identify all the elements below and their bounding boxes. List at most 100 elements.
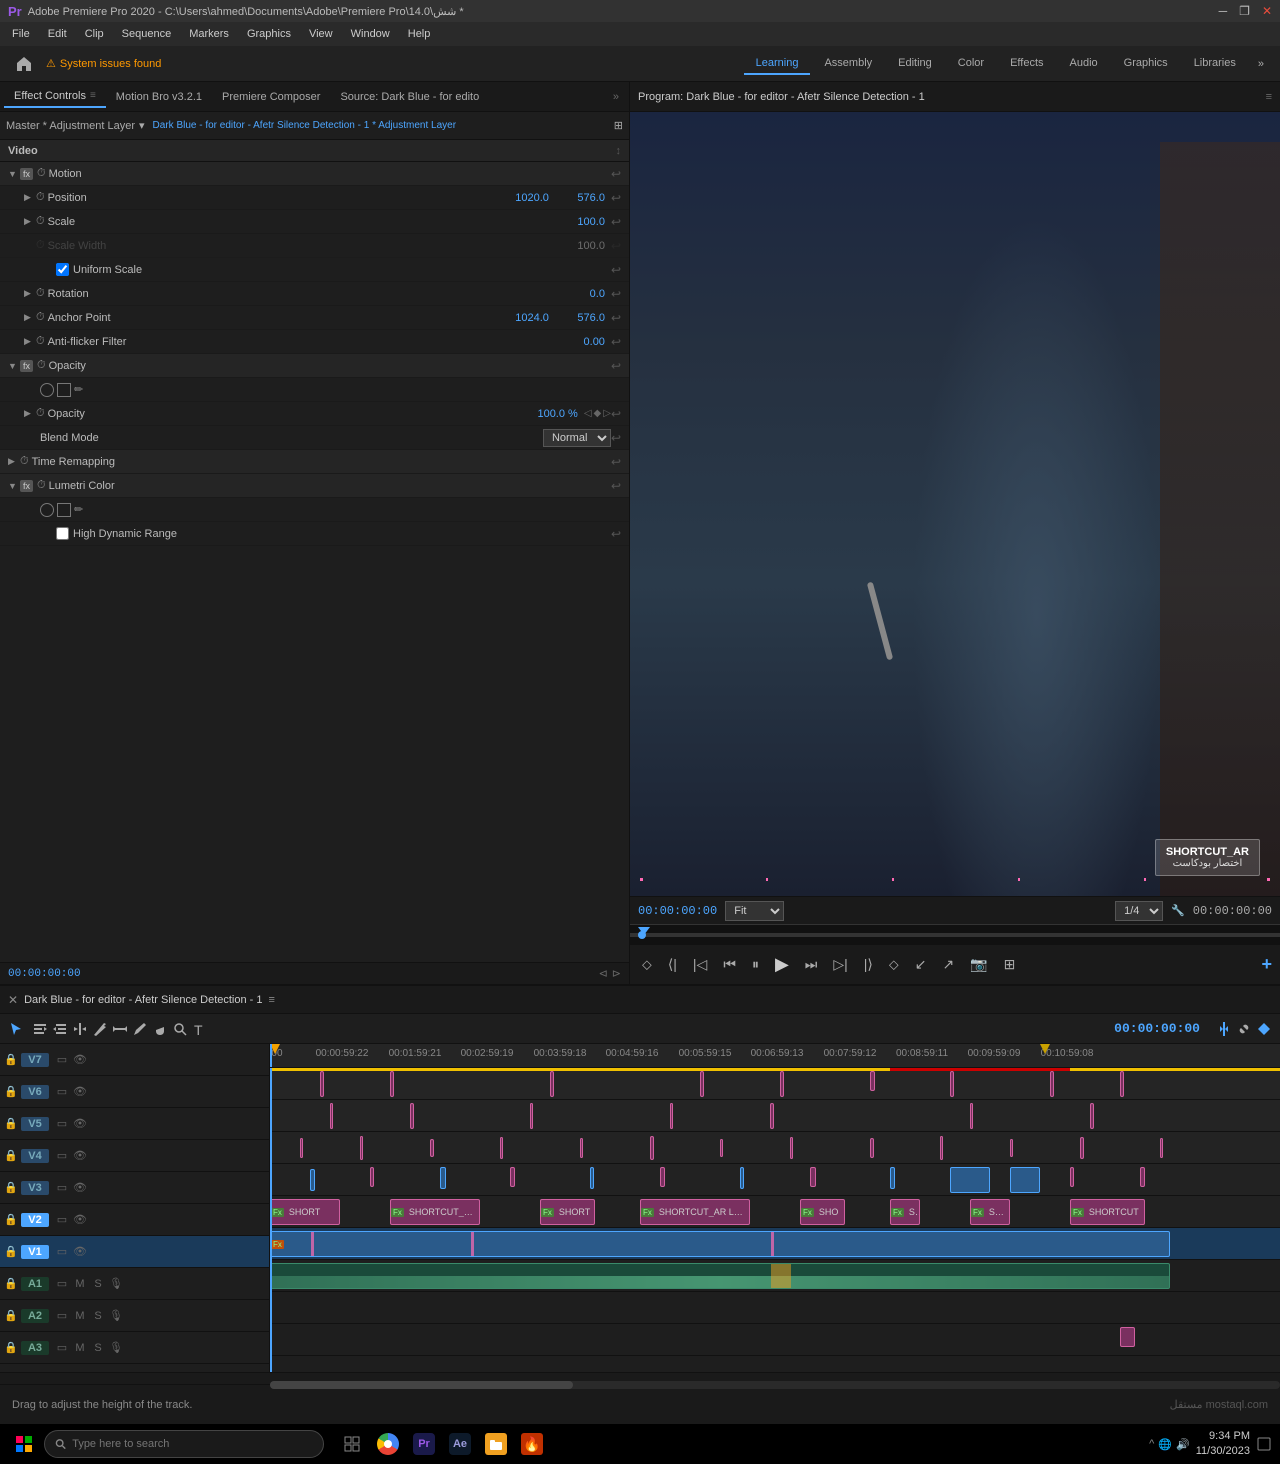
v5-film-icon[interactable]: ▭ <box>54 1117 70 1130</box>
transport-go-to-out[interactable]: |⟩ <box>860 952 877 977</box>
pen-tool[interactable] <box>132 1021 148 1037</box>
a2-film-icon[interactable]: ▭ <box>54 1309 70 1322</box>
v7-eye-icon[interactable]: 👁 <box>72 1053 88 1066</box>
ec-ov-reset[interactable]: ↩ <box>611 407 621 421</box>
track-a1-row[interactable] <box>270 1260 1280 1292</box>
ec-ov-expand[interactable]: ▶ <box>24 408 36 419</box>
v1-lock[interactable]: 🔒 <box>4 1245 18 1258</box>
ec-scale-stopwatch[interactable]: ⏱ <box>36 215 45 228</box>
v6-clip-1[interactable] <box>330 1103 333 1129</box>
ec-blend-select[interactable]: Normal Multiply Screen <box>543 429 611 447</box>
ec-af-value[interactable]: 0.00 <box>555 336 605 348</box>
v4-clip-5[interactable] <box>590 1167 594 1189</box>
program-tab-more[interactable]: ≡ <box>1266 91 1272 103</box>
v5-name[interactable]: V5 <box>21 1117 49 1131</box>
a2-m-btn[interactable]: M <box>72 1310 88 1322</box>
ec-position-y[interactable]: 576.0 <box>555 192 605 204</box>
ec-tr-expand[interactable]: ▶ <box>8 456 20 467</box>
v7-clip-3[interactable] <box>550 1071 554 1097</box>
ec-motion-stopwatch[interactable]: ⏱ <box>37 167 46 180</box>
track-v7-row[interactable] <box>270 1068 1280 1100</box>
v2-name[interactable]: V2 <box>21 1213 49 1227</box>
ec-hdr-checkbox[interactable] <box>56 527 69 540</box>
ec-scale-reset[interactable]: ↩ <box>611 215 621 229</box>
v4-name[interactable]: V4 <box>21 1149 49 1163</box>
track-content[interactable]: 00:00 00:00:59:22 00:01:59:21 00:02:59:1… <box>270 1044 1280 1372</box>
track-v5-row[interactable] <box>270 1132 1280 1164</box>
transport-go-to-in[interactable]: ⟨| <box>664 952 681 977</box>
ec-lc-reset[interactable]: ↩ <box>611 479 621 493</box>
track-a3-row[interactable] <box>270 1324 1280 1356</box>
menu-help[interactable]: Help <box>400 26 439 42</box>
ec-uniform-reset[interactable]: ↩ <box>611 263 621 277</box>
tab-learning[interactable]: Learning <box>744 53 811 75</box>
v3-eye-icon[interactable]: 👁 <box>72 1181 88 1194</box>
v7-clip-6[interactable] <box>870 1071 875 1091</box>
v5-clip-5[interactable] <box>580 1138 583 1158</box>
slip-tool[interactable] <box>112 1021 128 1037</box>
track-v3-row[interactable]: Fx SHORT Fx SHORTCUT_AR Lo Fx SHORT Fx S… <box>270 1196 1280 1228</box>
menu-view[interactable]: View <box>301 26 341 42</box>
taskview-button[interactable] <box>336 1428 368 1460</box>
ec-lumetri-square[interactable] <box>57 503 71 517</box>
ec-opacity-circle[interactable] <box>40 383 54 397</box>
ec-opacity-stopwatch[interactable]: ⏱ <box>37 359 46 372</box>
timeline-timecode[interactable]: 00:00:00:00 <box>1114 1021 1200 1036</box>
start-button[interactable] <box>8 1428 40 1460</box>
menu-markers[interactable]: Markers <box>181 26 237 42</box>
a1-mic-icon[interactable]: 🎙 <box>108 1277 124 1290</box>
transport-mark-in[interactable]: ⬦ <box>638 952 656 977</box>
a3-lock[interactable]: 🔒 <box>4 1341 18 1354</box>
tab-audio[interactable]: Audio <box>1058 53 1110 75</box>
ec-lumetri-circle[interactable] <box>40 503 54 517</box>
volume-icon[interactable]: 🔊 <box>1176 1438 1190 1451</box>
premiere-taskbar-button[interactable]: Pr <box>408 1428 440 1460</box>
ec-af-reset[interactable]: ↩ <box>611 335 621 349</box>
ec-add-keyframe[interactable]: ◆ <box>594 408 602 419</box>
track-v1-row[interactable]: Fx <box>270 1228 1280 1260</box>
track-v6-row[interactable] <box>270 1100 1280 1132</box>
network-icon[interactable]: 🌐 <box>1158 1438 1172 1451</box>
v4-clip-11[interactable] <box>1140 1167 1145 1187</box>
close-button[interactable]: ✕ <box>1262 4 1272 18</box>
a2-s-btn[interactable]: S <box>90 1310 106 1322</box>
system-clock[interactable]: 9:34 PM 11/30/2023 <box>1196 1429 1250 1460</box>
v-wrench-icon[interactable]: 🔧 <box>1171 904 1185 917</box>
taskbar-search[interactable] <box>44 1430 324 1458</box>
panel-scroll-right[interactable]: ⊞ <box>614 119 623 132</box>
v3-lock[interactable]: 🔒 <box>4 1181 18 1194</box>
v3-clip-short2[interactable]: Fx SHORT <box>540 1199 595 1225</box>
v4-clip-blue-1[interactable] <box>950 1167 990 1193</box>
ec-lc-expand[interactable]: ▼ <box>8 481 20 491</box>
maximize-button[interactable]: ❐ <box>1239 4 1250 18</box>
v7-clip-7[interactable] <box>950 1071 954 1097</box>
v5-clip-1[interactable] <box>300 1138 303 1158</box>
tab-assembly[interactable]: Assembly <box>812 53 884 75</box>
transport-settings[interactable]: ⊞ <box>1000 952 1020 977</box>
ec-motion-expand[interactable]: ▼ <box>8 169 20 179</box>
tab-graphics[interactable]: Graphics <box>1112 53 1180 75</box>
v6-clip-6[interactable] <box>970 1103 973 1129</box>
v5-clip-12[interactable] <box>1080 1137 1084 1159</box>
v3-clip-shortcutar1[interactable]: Fx SHORTCUT_AR Lo <box>390 1199 480 1225</box>
search-input[interactable] <box>72 1438 313 1450</box>
tab-source[interactable]: Source: Dark Blue - for editor... <box>330 87 480 107</box>
v6-eye-icon[interactable]: 👁 <box>72 1085 88 1098</box>
timeline-hscroll[interactable] <box>0 1372 1280 1384</box>
tab-motion-bro[interactable]: Motion Bro v3.2.1 <box>106 87 212 107</box>
v5-clip-8[interactable] <box>790 1137 793 1159</box>
transport-mark-out[interactable]: ⬦ <box>885 952 903 977</box>
ec-lumetri-pen[interactable]: ✏ <box>74 503 83 516</box>
ec-anc-expand[interactable]: ▶ <box>24 312 36 323</box>
v7-clip-2[interactable] <box>390 1071 394 1097</box>
ec-opacity-expand[interactable]: ▼ <box>8 361 20 371</box>
v5-clip-3[interactable] <box>430 1139 434 1157</box>
v5-clip-2[interactable] <box>360 1136 363 1160</box>
ec-tr-reset[interactable]: ↩ <box>611 455 621 469</box>
v4-clip-10[interactable] <box>1070 1167 1074 1187</box>
ec-ov-stopwatch[interactable]: ⏱ <box>36 407 45 420</box>
ec-hdr-reset[interactable]: ↩ <box>611 527 621 541</box>
v7-clip-5[interactable] <box>780 1071 784 1097</box>
timeline-menu[interactable]: ≡ <box>269 994 275 1006</box>
v3-name[interactable]: V3 <box>21 1181 49 1195</box>
